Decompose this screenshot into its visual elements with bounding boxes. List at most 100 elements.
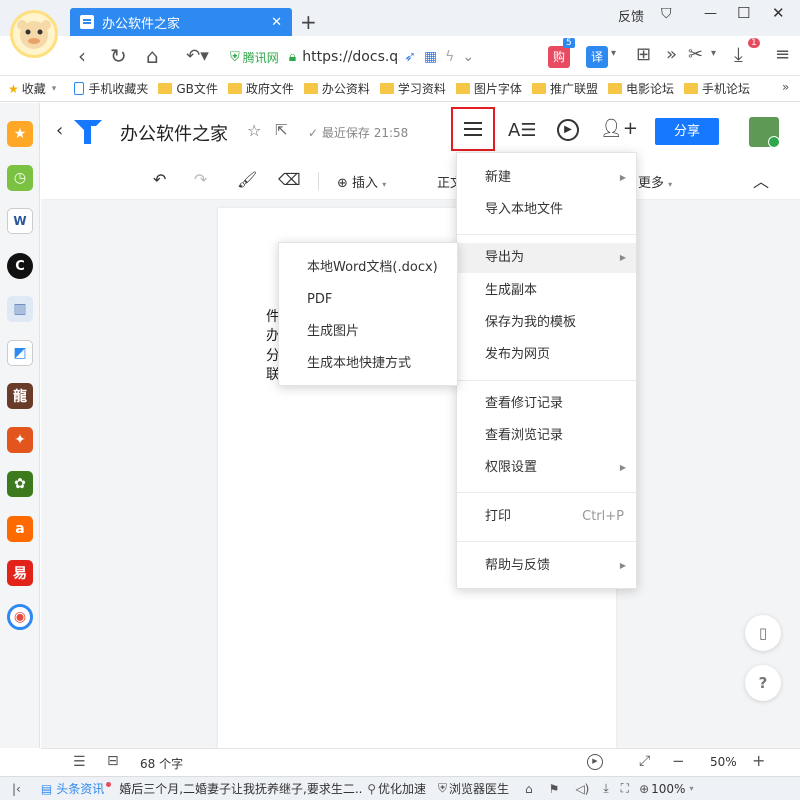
insert-menu[interactable]: ⊕ 插入 ▾ [337, 172, 386, 191]
star-app-icon[interactable]: ★ [7, 121, 33, 147]
fullscreen-icon[interactable]: ⛶ [621, 781, 629, 796]
browser-doctor-button[interactable]: 浏览器医生 [449, 780, 509, 797]
yi-app-icon[interactable]: 易 [7, 560, 33, 586]
flash-icon[interactable]: ϟ [445, 49, 454, 65]
plugin-icon[interactable]: ⌂ [525, 782, 533, 796]
scissors-icon[interactable]: ✂ [688, 44, 703, 65]
bookmarks-more-icon[interactable]: » [782, 80, 790, 94]
clock-app-icon[interactable]: ◷ [7, 165, 33, 191]
outline-icon[interactable]: ☰ [73, 754, 86, 770]
menu-item-permissions[interactable]: 权限设置 ▶ [457, 453, 636, 483]
browser-zoom-level[interactable]: 100% [651, 782, 685, 796]
address-bar[interactable]: ⛨ 腾讯网 🔒︎ https://docs.q ➶ ▦ ϟ ⌄ [230, 44, 520, 70]
translate-button[interactable]: 译 [586, 46, 608, 68]
screenshot-icon[interactable]: ⚑ [549, 782, 560, 796]
export-pdf[interactable]: PDF [279, 284, 457, 316]
refresh-icon[interactable]: ↻ [110, 44, 127, 68]
menu-item-help[interactable]: 帮助与反馈 ▶ [457, 551, 636, 581]
menu-item-import[interactable]: 导入本地文件 [457, 195, 636, 225]
sound-icon[interactable]: ◁) [575, 782, 589, 796]
menu-item-publish[interactable]: 发布为网页 [457, 340, 636, 370]
help-button[interactable]: ? [745, 665, 781, 701]
apps-grid-icon[interactable]: ⊞ [636, 44, 651, 65]
rocket-icon[interactable]: ➶ [404, 49, 416, 65]
favorites-button[interactable]: ★ 收藏 ▾ [8, 80, 56, 97]
maximize-button[interactable]: ☐ [737, 4, 750, 22]
dropdown-icon[interactable]: ⌄ [462, 49, 474, 65]
play-icon[interactable]: ▶ [557, 119, 579, 141]
game-app-3-icon[interactable]: ✿ [7, 471, 33, 497]
zoom-in-button[interactable]: + [752, 751, 765, 770]
add-collaborator-icon[interactable]: 👤︎+ [600, 118, 638, 139]
menu-item-save-template[interactable]: 保存为我的模板 [457, 308, 636, 338]
export-word[interactable]: 本地Word文档(.docx) [279, 252, 457, 284]
mobile-view-button[interactable]: ▯ [745, 615, 781, 651]
undo-icon[interactable]: ↶ [153, 170, 166, 189]
c-app-icon[interactable]: C [7, 253, 33, 279]
menu-item-browse-history[interactable]: 查看浏览记录 [457, 421, 636, 451]
minimize-button[interactable]: — [704, 6, 717, 21]
bookmark-item[interactable]: 手机收藏夹 [74, 80, 148, 97]
news-headline[interactable]: 婚后三个月,二婚妻子让我抚养继子,要求生二... [119, 780, 363, 797]
new-tab-button[interactable]: + [300, 10, 317, 34]
export-image[interactable]: 生成图片 [279, 316, 457, 348]
browser-app-icon[interactable]: ◉ [7, 604, 33, 630]
menu-item-copy[interactable]: 生成副本 [457, 276, 636, 306]
bookmark-item[interactable]: 手机论坛 [683, 80, 750, 97]
close-tab-icon[interactable]: ✕ [271, 15, 282, 30]
more-chevron-icon[interactable]: » [666, 44, 677, 65]
ali-app-icon[interactable]: a [7, 516, 33, 542]
news-label[interactable]: 头条资讯 [56, 780, 104, 797]
play-presentation-icon[interactable]: ▶ [587, 754, 603, 770]
optimize-button[interactable]: 优化加速 [378, 780, 426, 797]
home-icon[interactable]: ⌂ [146, 44, 159, 68]
menu-item-new[interactable]: 新建 ▶ [457, 163, 636, 193]
url-text[interactable]: https://docs.q [302, 49, 398, 65]
bookmark-item[interactable]: GB文件 [158, 80, 218, 97]
share-button[interactable]: 分享 [655, 118, 719, 145]
doc-menu-button[interactable] [451, 107, 495, 151]
undo-icon[interactable]: ↶▾ [186, 46, 209, 66]
download-icon[interactable]: ⤓ [734, 42, 743, 66]
book-app-icon[interactable]: ▥ [7, 296, 33, 322]
browser-avatar[interactable] [10, 10, 58, 58]
browser-tab[interactable]: 办公软件之家 ✕ [70, 8, 292, 36]
zoom-level[interactable]: 50% [710, 755, 737, 769]
star-outline-icon[interactable]: ☆ [247, 121, 261, 140]
shirt-icon[interactable]: ⛉ [661, 6, 672, 22]
buy-button[interactable]: 购 [548, 46, 570, 68]
collapse-toolbar-icon[interactable]: ︿ [753, 168, 769, 192]
qr-icon[interactable]: ▦ [424, 49, 437, 65]
paragraph-style-select[interactable]: 正文 [437, 172, 457, 191]
menu-item-export[interactable]: 导出为 ▶ [457, 243, 636, 273]
bookmark-item[interactable]: 学习资料 [379, 80, 446, 97]
translate-dropdown-icon[interactable]: ▾ [611, 48, 616, 59]
scissors-dropdown-icon[interactable]: ▾ [711, 48, 716, 59]
zoom-out-button[interactable]: − [672, 752, 685, 770]
page-width-icon[interactable]: ⊟ [107, 753, 119, 769]
chevron-down-icon[interactable]: ▾ [689, 784, 693, 793]
bookmark-item[interactable]: 图片字体 [455, 80, 522, 97]
download-icon[interactable]: ⤓ [603, 781, 608, 796]
doc-title[interactable]: 办公软件之家 [120, 120, 228, 146]
bookmark-item[interactable]: 办公资料 [303, 80, 370, 97]
menu-icon[interactable]: ≡ [775, 44, 790, 65]
back-icon[interactable]: ‹ [78, 44, 86, 68]
bookmark-item[interactable]: 政府文件 [227, 80, 294, 97]
menu-item-revisions[interactable]: 查看修订记录 [457, 389, 636, 419]
bookmark-item[interactable]: 电影论坛 [607, 80, 674, 97]
game-app-2-icon[interactable]: ✦ [7, 427, 33, 453]
text-format-icon[interactable]: A☰ [508, 120, 536, 141]
close-window-button[interactable]: ✕ [772, 4, 785, 22]
more-menu[interactable]: 更多 ▾ [638, 172, 672, 191]
tencent-docs-logo-icon[interactable] [72, 116, 104, 149]
bookmark-item[interactable]: 推广联盟 [531, 80, 598, 97]
menu-item-print[interactable]: 打印 Ctrl+P [457, 502, 636, 532]
game-app-1-icon[interactable]: 龍 [7, 383, 33, 409]
redo-icon[interactable]: ↷ [194, 170, 207, 189]
eraser-icon[interactable]: ⌫ [278, 170, 301, 189]
back-chevron-icon[interactable]: ‹ [56, 120, 63, 141]
export-shortcut[interactable]: 生成本地快捷方式 [279, 348, 457, 380]
word-app-icon[interactable]: W [7, 208, 33, 234]
format-painter-icon[interactable]: 🖌︎ [237, 170, 257, 189]
